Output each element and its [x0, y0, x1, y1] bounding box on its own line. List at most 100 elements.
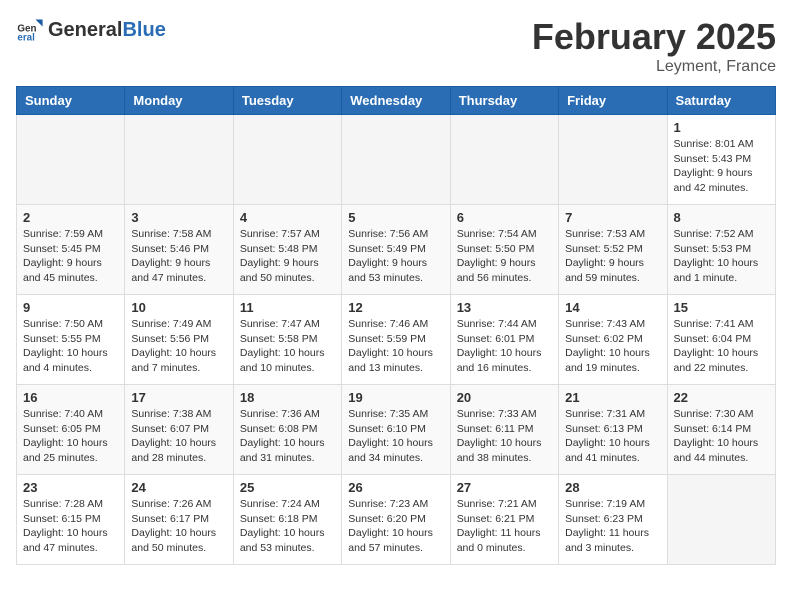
day-cell [233, 115, 341, 205]
day-info: Sunrise: 7:54 AM Sunset: 5:50 PM Dayligh… [457, 227, 552, 286]
page-header: Gen eral GeneralBlue February 2025 Leyme… [16, 16, 776, 76]
day-number: 23 [23, 480, 118, 495]
day-cell: 22Sunrise: 7:30 AM Sunset: 6:14 PM Dayli… [667, 385, 775, 475]
day-cell: 7 Sunrise: 7:53 AM Sunset: 5:52 PM Daylig… [559, 205, 667, 295]
day-info: Sunrise: 7:47 AM Sunset: 5:58 PM Dayligh… [240, 317, 335, 376]
day-cell: 9 Sunrise: 7:50 AM Sunset: 5:55 PM Daylig… [17, 295, 125, 385]
day-number: 16 [23, 390, 118, 405]
day-number: 7 [565, 210, 660, 225]
day-info: Sunrise: 7:36 AM Sunset: 6:08 PM Dayligh… [240, 407, 335, 466]
day-cell: 27Sunrise: 7:21 AM Sunset: 6:21 PM Dayli… [450, 475, 558, 565]
day-cell: 5 Sunrise: 7:56 AM Sunset: 5:49 PM Daylig… [342, 205, 450, 295]
day-cell: 15 Sunrise: 7:41 AM Sunset: 6:04 PM Dayli… [667, 295, 775, 385]
day-cell: 12 Sunrise: 7:46 AM Sunset: 5:59 PM Dayli… [342, 295, 450, 385]
day-number: 5 [348, 210, 443, 225]
day-cell: 25 Sunrise: 7:24 AM Sunset: 6:18 PM Dayli… [233, 475, 341, 565]
day-number: 18 [240, 390, 335, 405]
day-cell [125, 115, 233, 205]
day-info: Sunrise: 7:28 AM Sunset: 6:15 PM Dayligh… [23, 497, 118, 556]
day-number: 8 [674, 210, 769, 225]
day-cell: 1Sunrise: 8:01 AM Sunset: 5:43 PM Daylig… [667, 115, 775, 205]
day-cell: 17 Sunrise: 7:38 AM Sunset: 6:07 PM Dayli… [125, 385, 233, 475]
day-number: 11 [240, 300, 335, 315]
day-info: Sunrise: 7:57 AM Sunset: 5:48 PM Dayligh… [240, 227, 335, 286]
day-number: 19 [348, 390, 443, 405]
day-cell: 19Sunrise: 7:35 AM Sunset: 6:10 PM Dayli… [342, 385, 450, 475]
day-cell: 20 Sunrise: 7:33 AM Sunset: 6:11 PM Dayli… [450, 385, 558, 475]
day-info: Sunrise: 7:49 AM Sunset: 5:56 PM Dayligh… [131, 317, 226, 376]
week-row-5: 23 Sunrise: 7:28 AM Sunset: 6:15 PM Dayli… [17, 475, 776, 565]
day-number: 26 [348, 480, 443, 495]
day-number: 22 [674, 390, 769, 405]
weekday-header-sunday: Sunday [17, 87, 125, 115]
weekday-header-thursday: Thursday [450, 87, 558, 115]
day-cell: 6 Sunrise: 7:54 AM Sunset: 5:50 PM Daylig… [450, 205, 558, 295]
day-number: 3 [131, 210, 226, 225]
day-cell: 14Sunrise: 7:43 AM Sunset: 6:02 PM Dayli… [559, 295, 667, 385]
day-number: 14 [565, 300, 660, 315]
day-info: Sunrise: 7:59 AM Sunset: 5:45 PM Dayligh… [23, 227, 118, 286]
day-number: 6 [457, 210, 552, 225]
day-info: Sunrise: 7:31 AM Sunset: 6:13 PM Dayligh… [565, 407, 660, 466]
day-cell: 8 Sunrise: 7:52 AM Sunset: 5:53 PM Daylig… [667, 205, 775, 295]
day-info: Sunrise: 7:58 AM Sunset: 5:46 PM Dayligh… [131, 227, 226, 286]
day-number: 12 [348, 300, 443, 315]
day-info: Sunrise: 7:56 AM Sunset: 5:49 PM Dayligh… [348, 227, 443, 286]
day-cell [342, 115, 450, 205]
day-cell: 18 Sunrise: 7:36 AM Sunset: 6:08 PM Dayli… [233, 385, 341, 475]
day-cell: 11 Sunrise: 7:47 AM Sunset: 5:58 PM Dayli… [233, 295, 341, 385]
day-info: Sunrise: 7:23 AM Sunset: 6:20 PM Dayligh… [348, 497, 443, 556]
day-cell [559, 115, 667, 205]
logo-blue: Blue [122, 19, 165, 41]
day-number: 10 [131, 300, 226, 315]
day-cell: 24Sunrise: 7:26 AM Sunset: 6:17 PM Dayli… [125, 475, 233, 565]
title-block: February 2025 Leyment, France [532, 16, 776, 76]
day-number: 4 [240, 210, 335, 225]
day-info: Sunrise: 7:24 AM Sunset: 6:18 PM Dayligh… [240, 497, 335, 556]
day-cell: 23 Sunrise: 7:28 AM Sunset: 6:15 PM Dayli… [17, 475, 125, 565]
calendar-table: SundayMondayTuesdayWednesdayThursdayFrid… [16, 86, 776, 565]
day-info: Sunrise: 7:52 AM Sunset: 5:53 PM Dayligh… [674, 227, 769, 286]
day-info: Sunrise: 7:38 AM Sunset: 6:07 PM Dayligh… [131, 407, 226, 466]
day-cell: 10 Sunrise: 7:49 AM Sunset: 5:56 PM Dayli… [125, 295, 233, 385]
location-title: Leyment, France [532, 58, 776, 76]
day-number: 2 [23, 210, 118, 225]
day-cell [667, 475, 775, 565]
weekday-header-tuesday: Tuesday [233, 87, 341, 115]
day-info: Sunrise: 7:50 AM Sunset: 5:55 PM Dayligh… [23, 317, 118, 376]
week-row-4: 16 Sunrise: 7:40 AM Sunset: 6:05 PM Dayli… [17, 385, 776, 475]
day-cell: 28Sunrise: 7:19 AM Sunset: 6:23 PM Dayli… [559, 475, 667, 565]
day-number: 21 [565, 390, 660, 405]
day-number: 1 [674, 120, 769, 135]
day-cell: 2 Sunrise: 7:59 AM Sunset: 5:45 PM Daylig… [17, 205, 125, 295]
day-info: Sunrise: 7:53 AM Sunset: 5:52 PM Dayligh… [565, 227, 660, 286]
weekday-header-wednesday: Wednesday [342, 87, 450, 115]
day-cell: 21 Sunrise: 7:31 AM Sunset: 6:13 PM Dayli… [559, 385, 667, 475]
day-info: Sunrise: 7:41 AM Sunset: 6:04 PM Dayligh… [674, 317, 769, 376]
weekday-header-friday: Friday [559, 87, 667, 115]
day-cell: 26 Sunrise: 7:23 AM Sunset: 6:20 PM Dayli… [342, 475, 450, 565]
week-row-3: 9 Sunrise: 7:50 AM Sunset: 5:55 PM Daylig… [17, 295, 776, 385]
day-info: Sunrise: 7:40 AM Sunset: 6:05 PM Dayligh… [23, 407, 118, 466]
day-info: Sunrise: 7:46 AM Sunset: 5:59 PM Dayligh… [348, 317, 443, 376]
week-row-2: 2 Sunrise: 7:59 AM Sunset: 5:45 PM Daylig… [17, 205, 776, 295]
day-number: 17 [131, 390, 226, 405]
logo: Gen eral GeneralBlue [16, 16, 166, 44]
weekday-header-row: SundayMondayTuesdayWednesdayThursdayFrid… [17, 87, 776, 115]
day-number: 24 [131, 480, 226, 495]
day-number: 25 [240, 480, 335, 495]
day-number: 15 [674, 300, 769, 315]
svg-text:eral: eral [17, 33, 35, 44]
day-number: 20 [457, 390, 552, 405]
day-cell: 3 Sunrise: 7:58 AM Sunset: 5:46 PM Daylig… [125, 205, 233, 295]
day-number: 9 [23, 300, 118, 315]
weekday-header-monday: Monday [125, 87, 233, 115]
day-cell: 16 Sunrise: 7:40 AM Sunset: 6:05 PM Dayli… [17, 385, 125, 475]
day-number: 13 [457, 300, 552, 315]
weekday-header-saturday: Saturday [667, 87, 775, 115]
week-row-1: 1Sunrise: 8:01 AM Sunset: 5:43 PM Daylig… [17, 115, 776, 205]
day-cell [450, 115, 558, 205]
day-info: Sunrise: 7:33 AM Sunset: 6:11 PM Dayligh… [457, 407, 552, 466]
day-cell [17, 115, 125, 205]
day-info: Sunrise: 7:21 AM Sunset: 6:21 PM Dayligh… [457, 497, 552, 556]
